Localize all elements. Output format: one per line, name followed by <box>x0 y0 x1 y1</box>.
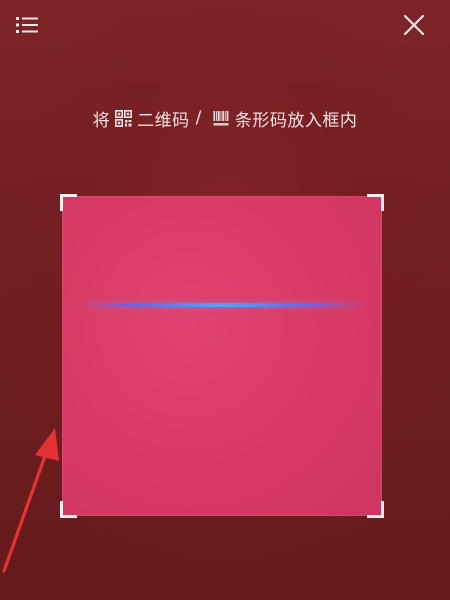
qr-code-icon <box>115 109 133 127</box>
frame-corner-top-right <box>367 194 384 211</box>
close-icon <box>403 14 425 36</box>
hint-text-barcode: 条形码放入框内 <box>234 110 358 131</box>
hint-separator: / <box>195 108 202 128</box>
scanner-screen: 将 二维码 / 条形码放入框内 <box>0 0 450 600</box>
annotation-arrow-icon <box>2 428 59 573</box>
scan-line <box>80 303 364 307</box>
menu-icon <box>16 17 38 33</box>
frame-corner-top-left <box>60 194 77 211</box>
scan-hint: 将 二维码 / 条形码放入框内 <box>0 104 450 132</box>
scan-frame <box>60 194 384 518</box>
menu-button[interactable] <box>14 14 40 36</box>
hint-text-qr: 二维码 <box>137 110 190 131</box>
close-button[interactable] <box>401 12 427 38</box>
frame-corner-bottom-right <box>367 501 384 518</box>
hint-text-before: 将 <box>92 110 111 131</box>
barcode-icon <box>213 110 229 126</box>
